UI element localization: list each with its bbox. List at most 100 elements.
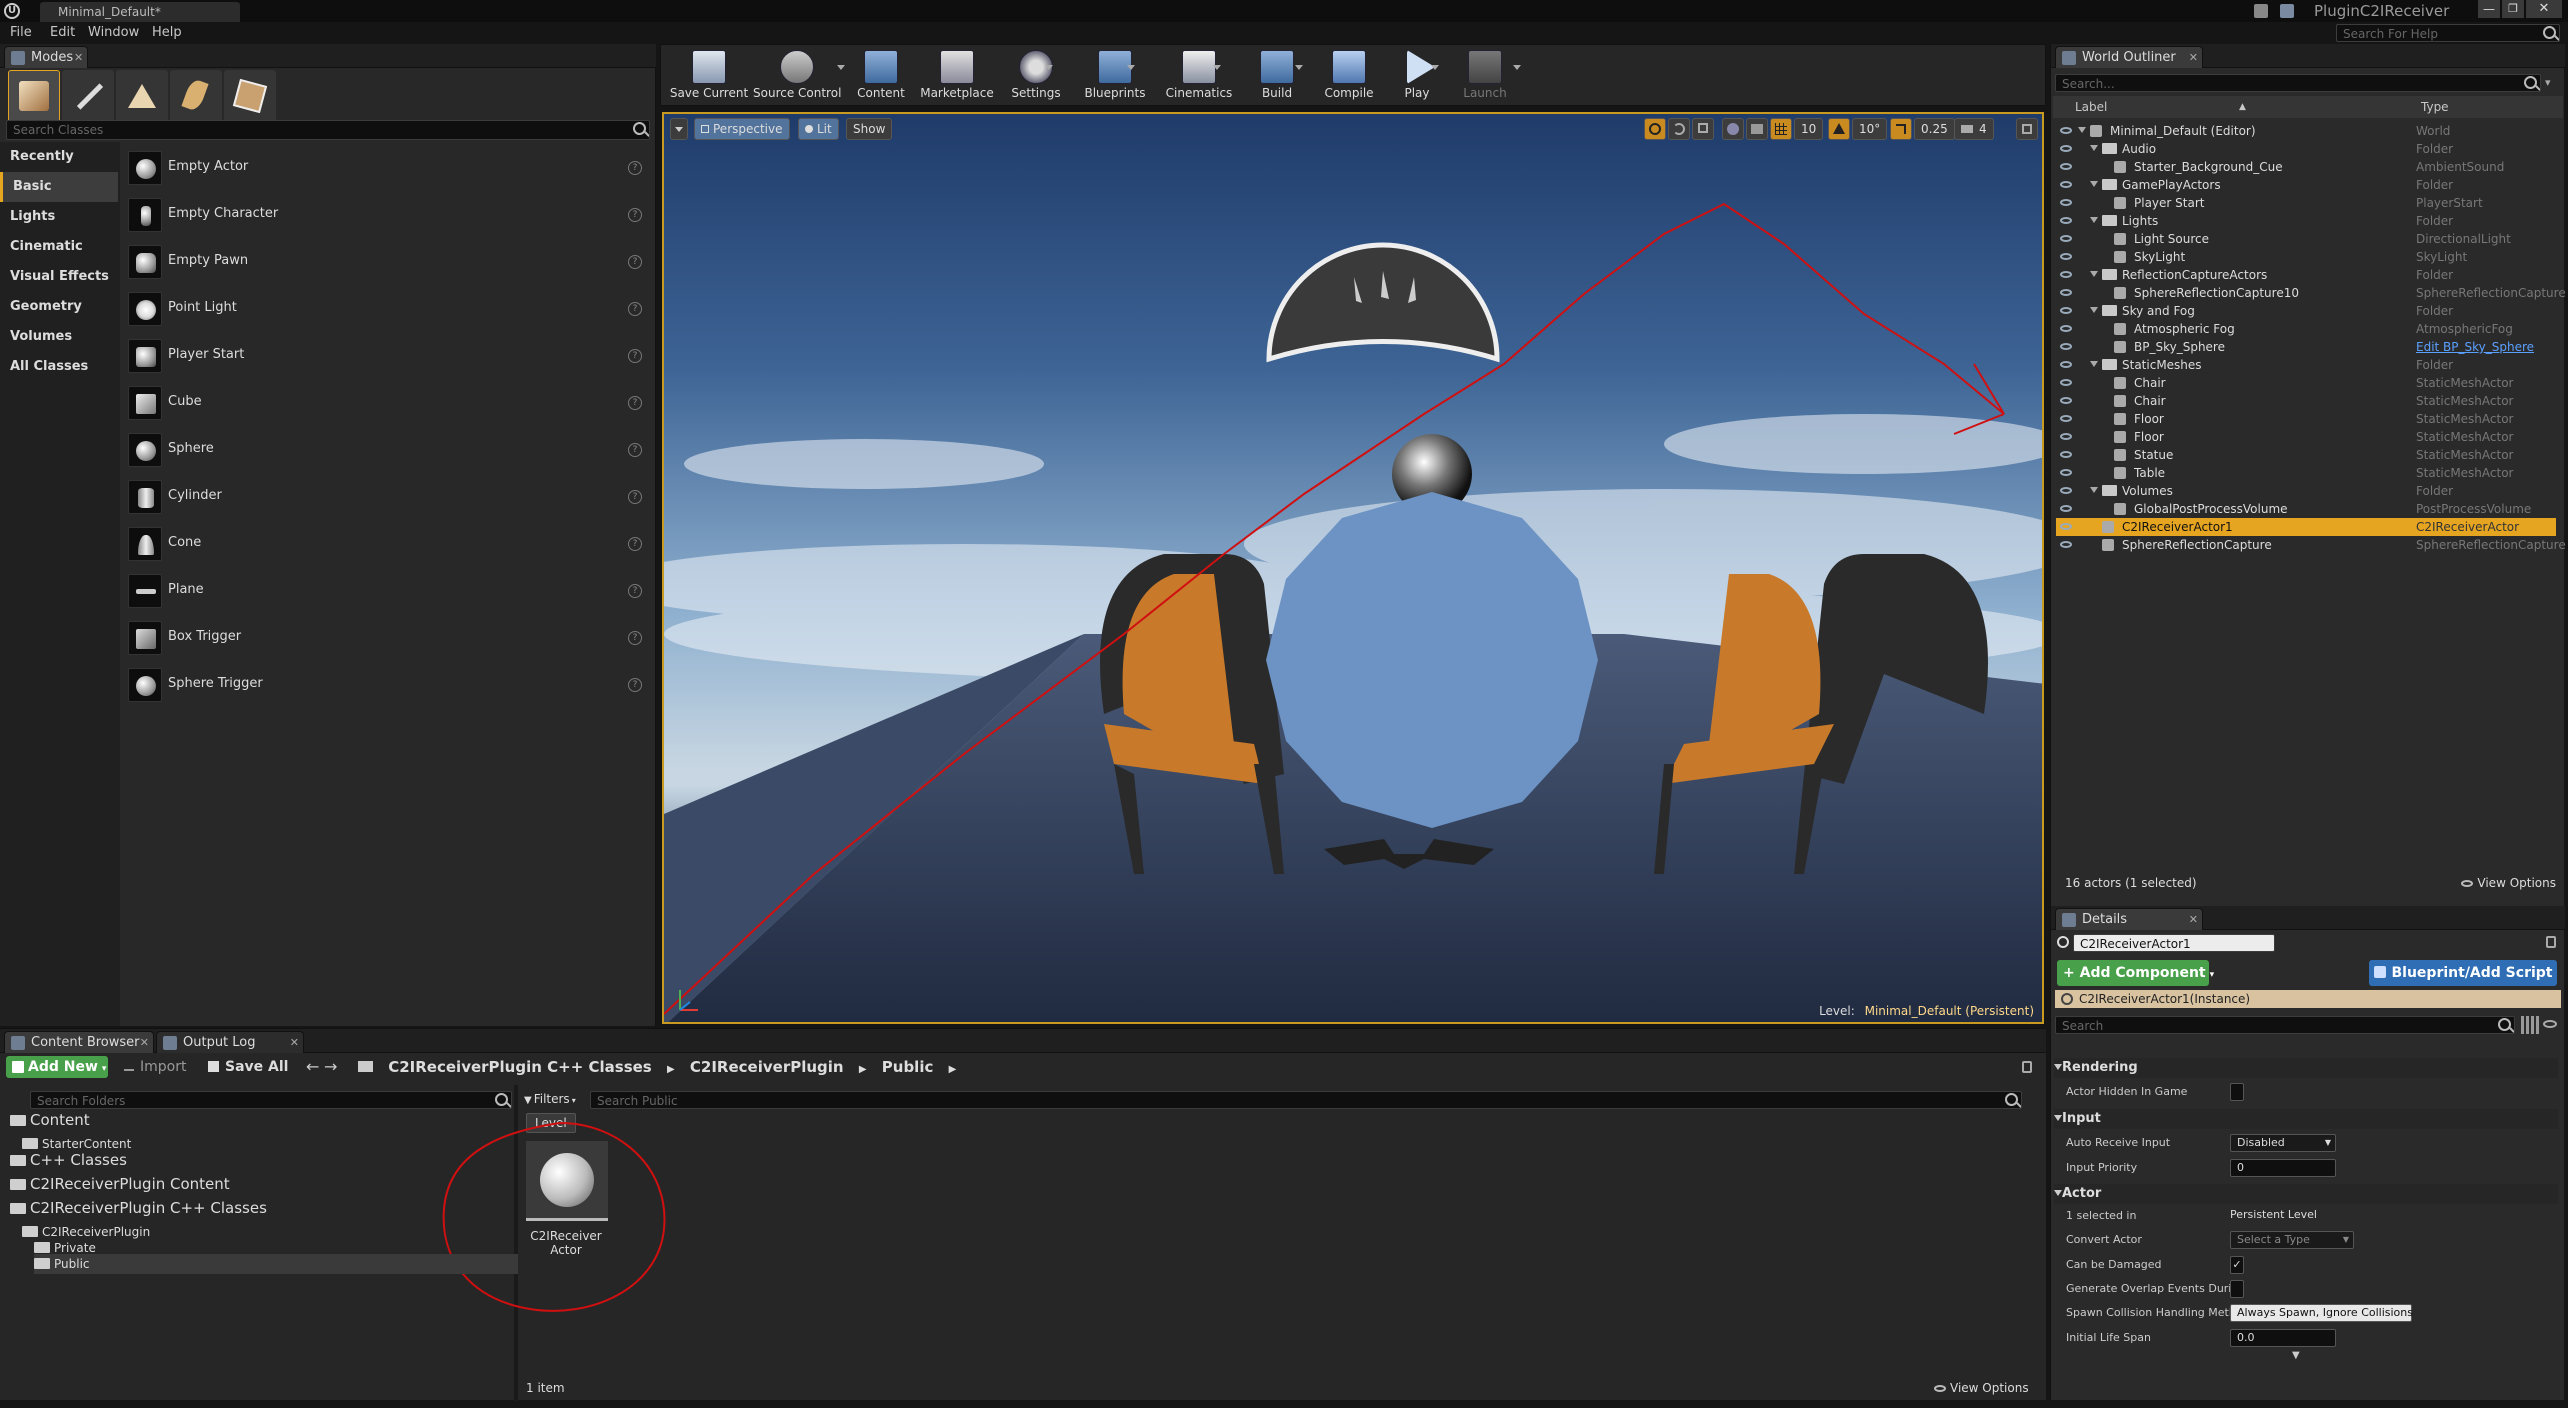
outliner-row[interactable]: Sky and Fog Folder xyxy=(2056,302,2556,320)
outliner-row[interactable]: Floor StaticMeshActor xyxy=(2056,410,2556,428)
maximize-viewport-button[interactable] xyxy=(2016,118,2038,140)
outliner-row[interactable]: Chair StaticMeshActor xyxy=(2056,374,2556,392)
place-item-empty-pawn[interactable]: Empty Pawn? xyxy=(124,240,650,284)
menu-edit[interactable]: Edit xyxy=(50,22,75,44)
place-item-sphere-trigger[interactable]: Sphere Trigger? xyxy=(124,663,650,707)
history-forward-icon[interactable]: → xyxy=(324,1056,337,1078)
place-item-point-light[interactable]: Point Light? xyxy=(124,287,650,331)
toolbar-settings-button[interactable]: Settings xyxy=(999,45,1073,105)
toolbar-compile-button[interactable]: Compile xyxy=(1309,45,1389,105)
mode-geometry-button[interactable] xyxy=(224,70,276,122)
outliner-row[interactable]: Lights Folder xyxy=(2056,212,2556,230)
filters-button[interactable]: ▼ Filters ▾ xyxy=(524,1089,576,1109)
outliner-row[interactable]: SkyLight SkyLight xyxy=(2056,248,2556,266)
folder-tree-item[interactable]: C++ Classes xyxy=(10,1150,127,1170)
outliner-row[interactable]: StaticMeshes Folder xyxy=(2056,356,2556,374)
category-basic[interactable]: Basic xyxy=(0,172,118,202)
visibility-eye-icon[interactable] xyxy=(2060,307,2072,314)
visibility-eye-icon[interactable] xyxy=(2060,127,2072,134)
visibility-eye-icon[interactable] xyxy=(2060,325,2072,332)
outliner-view-options[interactable]: View Options xyxy=(2461,876,2556,890)
toolbar-launch-button[interactable]: Launch xyxy=(1445,45,1525,105)
convert-actor-combo[interactable]: Select a Type ▼ xyxy=(2230,1231,2354,1249)
help-icon[interactable]: ? xyxy=(628,349,642,363)
place-item-sphere[interactable]: Sphere? xyxy=(124,428,650,472)
outliner-row[interactable]: Chair StaticMeshActor xyxy=(2056,392,2556,410)
scale-mode-button[interactable] xyxy=(1692,118,1714,140)
category-lights[interactable]: Lights xyxy=(0,202,118,232)
expand-arrow-icon[interactable] xyxy=(2078,127,2086,133)
tab-world-outliner[interactable]: World Outliner ✕ xyxy=(2055,46,2203,68)
camera-speed-button[interactable]: 4 xyxy=(1954,118,1994,140)
outliner-row[interactable]: GlobalPostProcessVolume PostProcessVolume xyxy=(2056,500,2556,518)
visibility-eye-icon[interactable] xyxy=(2060,397,2072,404)
source-control-status-icon[interactable] xyxy=(2254,4,2268,18)
expand-arrow-icon[interactable] xyxy=(2090,487,2098,493)
toolbar-save-current-button[interactable]: Save Current xyxy=(665,45,753,105)
menu-help[interactable]: Help xyxy=(152,22,182,44)
category-cinematic[interactable]: Cinematic xyxy=(0,232,118,262)
initial-life-span-field[interactable]: 0.0 xyxy=(2230,1329,2336,1347)
scale-snap-value[interactable]: 0.25 xyxy=(1914,118,1955,140)
visibility-eye-icon[interactable] xyxy=(2060,271,2072,278)
outliner-row[interactable]: ReflectionCaptureActors Folder xyxy=(2056,266,2556,284)
outliner-row[interactable]: SphereReflectionCapture SphereReflectionC… xyxy=(2056,536,2566,554)
close-icon[interactable]: ✕ xyxy=(74,47,83,69)
overlap-events-checkbox[interactable] xyxy=(2230,1280,2244,1298)
toolbar-play-button[interactable]: Play xyxy=(1385,45,1449,105)
show-button[interactable]: Show xyxy=(846,118,893,140)
close-icon[interactable]: ✕ xyxy=(290,1032,299,1054)
visibility-eye-icon[interactable] xyxy=(2060,415,2072,422)
category-visual-effects[interactable]: Visual Effects xyxy=(0,262,118,292)
property-matrix-icon[interactable] xyxy=(2521,1016,2539,1034)
close-icon[interactable]: ✕ xyxy=(140,1032,149,1054)
scale-snap-toggle[interactable] xyxy=(1890,118,1912,140)
toolbar-cinematics-button[interactable]: Cinematics xyxy=(1157,45,1241,105)
component-instance-row[interactable]: C2IReceiverActor1(Instance) xyxy=(2055,990,2561,1008)
expand-arrow-icon[interactable] xyxy=(2090,145,2098,151)
expand-arrow-icon[interactable] xyxy=(2090,361,2098,367)
place-item-empty-actor[interactable]: Empty Actor? xyxy=(124,146,650,190)
can-be-damaged-checkbox[interactable]: ✓ xyxy=(2230,1256,2244,1274)
outliner-row[interactable]: Starter_Background_Cue AmbientSound xyxy=(2056,158,2556,176)
visibility-eye-icon[interactable] xyxy=(2060,379,2072,386)
help-icon[interactable]: ? xyxy=(628,631,642,645)
breadcrumb-item[interactable]: C2IReceiverPlugin xyxy=(690,1058,844,1076)
edit-blueprint-link[interactable]: Edit BP_Sky_Sphere xyxy=(2416,338,2534,356)
level-viewport[interactable]: Perspective Lit Show 10 10° 0.25 4 Level… xyxy=(662,112,2044,1024)
mode-place-button[interactable] xyxy=(8,70,60,122)
visibility-eye-icon[interactable] xyxy=(2060,199,2072,206)
lit-button[interactable]: Lit xyxy=(798,118,839,140)
tab-modes[interactable]: Modes ✕ xyxy=(4,46,89,69)
world-local-toggle[interactable] xyxy=(1722,118,1744,140)
help-icon[interactable]: ? xyxy=(628,678,642,692)
search-classes-input[interactable]: Search Classes xyxy=(6,120,650,140)
grid-snap-value[interactable]: 10 xyxy=(1794,118,1824,140)
minimize-button[interactable]: — xyxy=(2478,0,2500,18)
expand-arrow-icon[interactable] xyxy=(2090,271,2098,277)
cinematics-dropdown-icon[interactable] xyxy=(1213,65,1221,70)
breadcrumb-item[interactable]: C2IReceiverPlugin C++ Classes xyxy=(388,1058,652,1076)
tab-output-log[interactable]: Output Log ✕ xyxy=(156,1031,304,1053)
visibility-eye-icon[interactable] xyxy=(2060,505,2072,512)
details-eye-icon[interactable] xyxy=(2543,1020,2557,1028)
folder-tree-item[interactable]: C2IReceiverPlugin Content xyxy=(10,1174,230,1194)
rotate-mode-button[interactable] xyxy=(1668,118,1690,140)
close-icon[interactable]: ✕ xyxy=(2189,47,2198,69)
section-input[interactable]: Input xyxy=(2054,1109,2558,1129)
outliner-row[interactable]: Player Start PlayerStart xyxy=(2056,194,2556,212)
column-label[interactable]: Label xyxy=(2075,96,2107,118)
outliner-row[interactable]: Table StaticMeshActor xyxy=(2056,464,2556,482)
lock-icon[interactable] xyxy=(2546,936,2556,948)
close-button[interactable]: ✕ xyxy=(2526,0,2562,18)
mode-paint-button[interactable] xyxy=(62,70,114,122)
help-icon[interactable]: ? xyxy=(628,208,642,222)
visibility-eye-icon[interactable] xyxy=(2060,181,2072,188)
place-item-player-start[interactable]: Player Start? xyxy=(124,334,650,378)
mode-foliage-button[interactable] xyxy=(170,70,222,122)
rotation-snap-value[interactable]: 10° xyxy=(1852,118,1888,140)
category-all-classes[interactable]: All Classes xyxy=(0,352,118,382)
place-item-cube[interactable]: Cube? xyxy=(124,381,650,425)
content-view-options[interactable]: View Options xyxy=(1934,1381,2029,1395)
add-new-button[interactable]: Add New ▾ xyxy=(6,1056,108,1078)
